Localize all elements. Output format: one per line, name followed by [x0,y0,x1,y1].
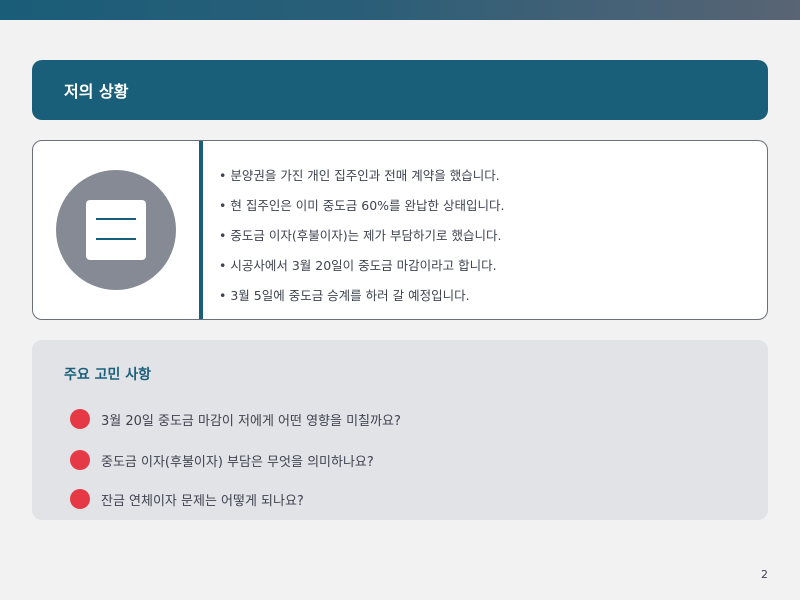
icon-circle [56,170,176,290]
situation-item: 현 집주인은 이미 중도금 60%를 완납한 상태입니다. [219,195,504,225]
top-accent-bar [0,0,800,20]
bullet-dot-icon [70,409,90,429]
concern-text: 3월 20일 중도금 마감이 저에게 어떤 영향을 미칠까요? [101,413,401,429]
concerns-title: 주요 고민 사항 [64,367,152,383]
icon-panel [33,141,199,319]
page-title: 저의 상황 [64,82,129,101]
concern-item: 중도금 이자(후불이자) 부담은 무엇을 의미하나요? [70,450,374,470]
bullet-dot-icon [70,489,90,509]
vertical-divider [199,141,203,319]
concern-text: 잔금 연체이자 문제는 어떻게 되나요? [101,493,304,509]
slide-page: 저의 상황 분양권을 가진 개인 집주인과 전매 계약을 했습니다. 현 집주인… [0,0,800,600]
situation-item: 중도금 이자(후불이자)는 제가 부담하기로 했습니다. [219,225,504,255]
situation-item: 시공사에서 3월 20일이 중도금 마감이라고 합니다. [219,255,504,285]
title-banner: 저의 상황 [32,60,768,120]
concerns-card: 주요 고민 사항 3월 20일 중도금 마감이 저에게 어떤 영향을 미칠까요?… [32,340,768,520]
situation-item: 3월 5일에 중도금 승계를 하러 갈 예정입니다. [219,285,504,315]
situation-list: 분양권을 가진 개인 집주인과 전매 계약을 했습니다. 현 집주인은 이미 중… [219,165,504,315]
concern-item: 잔금 연체이자 문제는 어떻게 되나요? [70,489,304,509]
concern-text: 중도금 이자(후불이자) 부담은 무엇을 의미하나요? [101,454,374,470]
concern-item: 3월 20일 중도금 마감이 저에게 어떤 영향을 미칠까요? [70,409,401,429]
document-icon [86,200,146,260]
page-number: 2 [761,568,768,581]
situation-card: 분양권을 가진 개인 집주인과 전매 계약을 했습니다. 현 집주인은 이미 중… [32,140,768,320]
situation-item: 분양권을 가진 개인 집주인과 전매 계약을 했습니다. [219,165,504,195]
bullet-dot-icon [70,450,90,470]
